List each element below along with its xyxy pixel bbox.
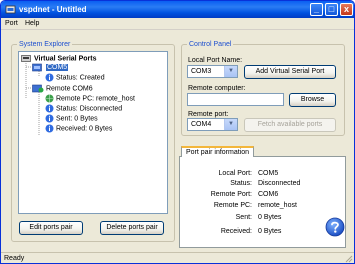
serial-port-icon: [32, 63, 42, 72]
info-value-received: 0 Bytes: [258, 228, 282, 235]
info-value-remote-port: COM6: [258, 191, 279, 198]
tree-port-remote-com6-label: Remote COM6: [45, 85, 93, 93]
globe-icon: [45, 94, 54, 103]
tree-com5-status-label: Status: Created: [55, 74, 105, 82]
window-title: vspdnet - Untitled: [19, 5, 87, 14]
tree-remote-pc[interactable]: Remote PC: remote_host: [45, 94, 135, 103]
info-key-remote-pc: Remote PC:: [213, 202, 252, 209]
info-value-remote-pc: remote_host: [258, 202, 297, 209]
browse-button[interactable]: Browse: [289, 93, 336, 107]
info-value-local-port: COM5: [258, 170, 279, 177]
menu-bar: Port Help: [1, 18, 354, 30]
app-icon: [5, 5, 16, 14]
local-port-select[interactable]: COM3 ▼: [187, 65, 238, 78]
main-window: vspdnet - Untitled _ □ x Port Help Syste…: [0, 0, 355, 264]
tree-remote-received-label: Received: 0 Bytes: [55, 125, 113, 133]
add-virtual-serial-port-button[interactable]: Add Virtual Serial Port: [244, 65, 336, 79]
tree-remote-status-label: Status: Disconnected: [55, 105, 123, 113]
tree-port-com5[interactable]: COM5: [32, 63, 69, 72]
close-button[interactable]: x: [340, 3, 353, 16]
remote-port-select[interactable]: COM4 ▼: [187, 118, 238, 131]
menu-port[interactable]: Port: [3, 19, 20, 29]
tree-remote-sent[interactable]: Sent: 0 Bytes: [45, 114, 98, 123]
tab-port-pair-information[interactable]: Port pair information: [181, 146, 255, 157]
tree-remote-received[interactable]: Received: 0 Bytes: [45, 124, 112, 133]
title-bar[interactable]: vspdnet - Untitled _ □ x: [1, 1, 354, 18]
remote-computer-label: Remote computer:: [188, 85, 246, 92]
delete-ports-pair-button[interactable]: Delete ports pair: [100, 221, 164, 235]
system-explorer-label: System Explorer: [17, 40, 73, 49]
tree-remote-status[interactable]: Status: Disconnected: [45, 104, 122, 113]
maximize-button[interactable]: □: [325, 3, 338, 16]
info-icon: [45, 104, 54, 113]
remote-computer-input[interactable]: [187, 93, 284, 106]
resize-grip-icon[interactable]: [344, 254, 353, 263]
info-icon: [45, 73, 54, 82]
info-icon: [45, 114, 54, 123]
help-icon[interactable]: [325, 217, 345, 237]
chevron-down-icon[interactable]: ▼: [224, 66, 237, 77]
tree-remote-sent-label: Sent: 0 Bytes: [55, 115, 98, 123]
info-key-status: Status:: [230, 180, 252, 187]
minimize-button[interactable]: _: [310, 3, 323, 16]
info-icon: [45, 124, 54, 133]
tree-port-com5-label: COM5: [45, 64, 69, 72]
local-port-value: COM3: [191, 68, 212, 75]
edit-ports-pair-button[interactable]: Edit ports pair: [19, 221, 83, 235]
chevron-down-icon[interactable]: ▼: [224, 119, 237, 130]
tree-remote-pc-label: Remote PC: remote_host: [55, 95, 135, 103]
status-bar: Ready: [1, 252, 354, 263]
remote-port-value: COM4: [191, 121, 212, 128]
remote-port-icon: [32, 84, 44, 93]
info-key-sent: Sent:: [235, 214, 252, 221]
info-value-status: Disconnected: [258, 180, 301, 187]
status-text: Ready: [4, 255, 25, 262]
fetch-available-ports-button: Fetch available ports: [244, 118, 336, 132]
tree-com5-status[interactable]: Status: Created: [45, 73, 105, 82]
menu-help[interactable]: Help: [23, 19, 41, 29]
info-key-received: Received:: [220, 228, 252, 235]
ports-tree[interactable]: Virtual Serial Ports COM5 Status: Create…: [18, 51, 168, 214]
info-key-local-port: Local Port:: [218, 170, 252, 177]
local-port-label: Local Port Name:: [188, 57, 243, 64]
info-value-sent: 0 Bytes: [258, 214, 282, 221]
info-key-remote-port: Remote Port:: [210, 191, 252, 198]
tree-port-remote-com6[interactable]: Remote COM6: [32, 84, 93, 93]
control-panel-label: Control Panel: [187, 40, 234, 49]
